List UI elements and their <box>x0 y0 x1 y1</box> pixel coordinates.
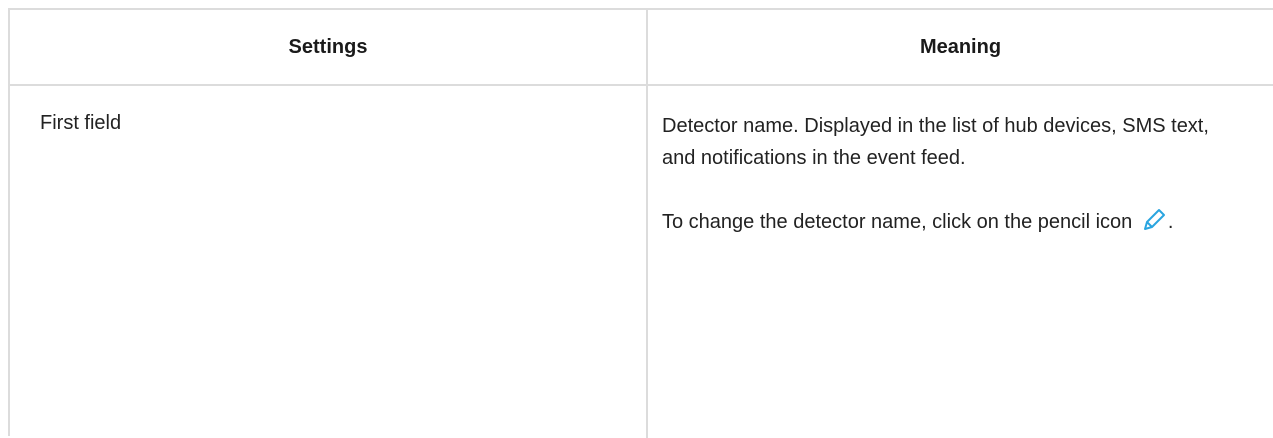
header-meaning: Meaning <box>919 35 1002 58</box>
table-row: First field Detector name. Displayed in … <box>10 86 1273 438</box>
meaning-cell: Detector name. Displayed in the list of … <box>648 86 1273 438</box>
pencil-icon <box>1140 206 1168 234</box>
meaning-paragraph-2-text: To change the detector name, click on th… <box>662 211 1133 233</box>
settings-table: Settings Meaning First field Detector na… <box>8 8 1273 438</box>
header-settings: Settings <box>10 10 648 84</box>
meaning-paragraph-2-suffix: . <box>1167 211 1174 233</box>
table-header-row: Settings Meaning <box>10 10 1273 86</box>
meaning-paragraph-1: Detector name. Displayed in the list of … <box>662 115 1209 169</box>
meaning-paragraph-2: To change the detector name, click on th… <box>662 206 1237 238</box>
setting-name-cell: First field <box>10 86 648 438</box>
